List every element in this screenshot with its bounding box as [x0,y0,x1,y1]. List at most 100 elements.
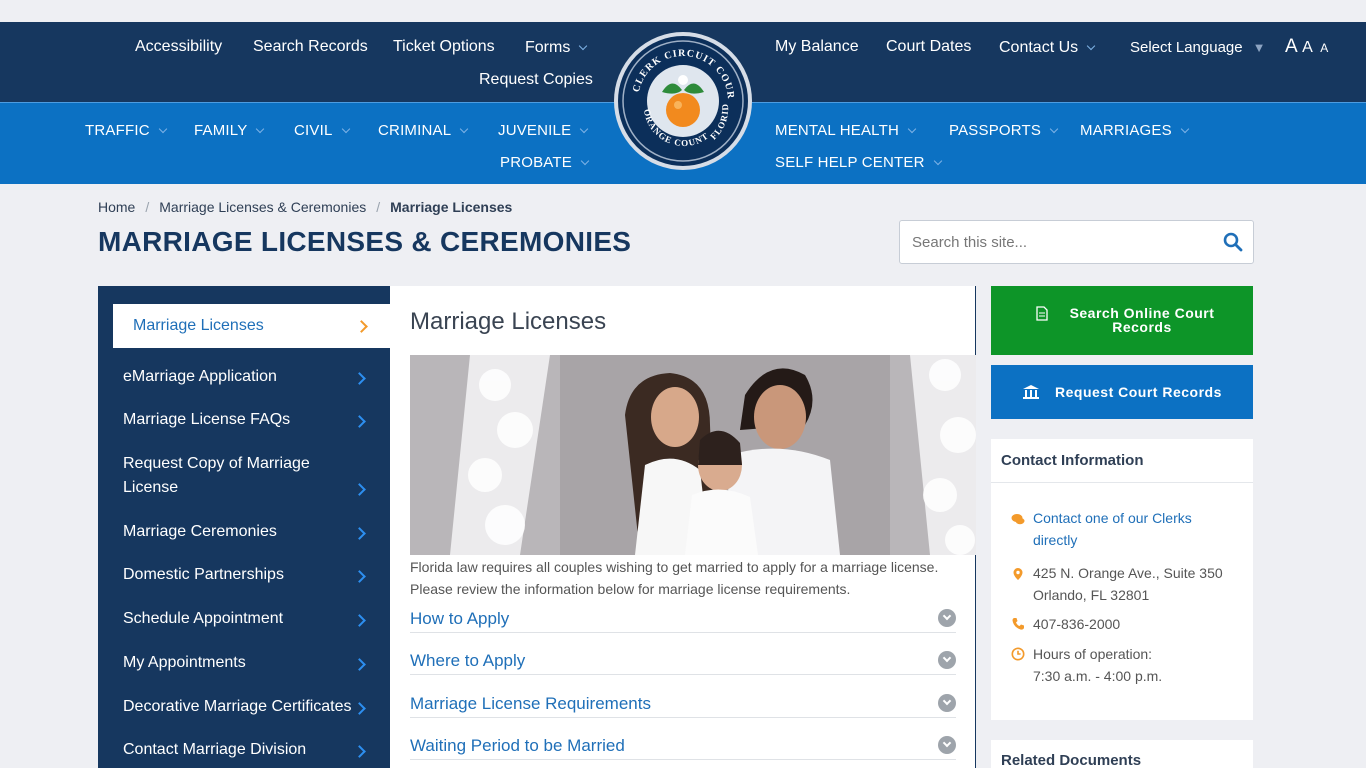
chat-icon [1011,514,1025,525]
nav-mental-health[interactable]: MENTAL HEALTH [775,122,917,139]
contact-clerks-link-text[interactable]: Contact one of our Clerks directly [1033,510,1192,548]
breadcrumb-home[interactable]: Home [98,199,135,215]
sidebar-item-decorative-certificates[interactable]: Decorative Marriage Certificates [123,695,373,719]
sidebar-item-marriage-license-faqs[interactable]: Marriage License FAQs [123,408,373,432]
chevron-down-icon [256,124,265,134]
family-photo [410,355,976,555]
contact-address: 425 N. Orange Ave., Suite 350 Orlando, FL… [1033,562,1223,606]
accordion-waiting-period[interactable]: Waiting Period to be Married [410,736,956,760]
breadcrumb-separator: / [145,199,150,215]
nav-contact-us-label: Contact Us [999,39,1079,56]
nav-passports-label: PASSPORTS [949,122,1042,139]
chevron-down-icon [1049,124,1059,134]
hours-label: Hours of operation: [1033,646,1153,662]
nav-juvenile[interactable]: JUVENILE [498,122,589,139]
nav-juvenile-label: JUVENILE [498,122,572,139]
search-records-label: Search Online Court Records [1069,305,1215,335]
chevron-down-icon [938,736,956,754]
nav-self-help-center[interactable]: SELF HELP CENTER [775,154,942,171]
clock-icon [1011,647,1025,661]
font-size-small[interactable]: A [1320,41,1328,55]
chevron-right-icon [353,483,366,496]
nav-family-label: FAMILY [194,122,248,139]
sidebar-nav: Marriage Licenses eMarriage Application … [98,286,390,768]
sidebar-item-contact-marriage-division[interactable]: Contact Marriage Division [123,738,373,762]
breadcrumb: Home / Marriage Licenses & Ceremonies / Marr… [98,199,512,215]
nav-search-records[interactable]: Search Records [253,38,368,56]
accordion-how-to-apply[interactable]: How to Apply [410,609,956,633]
breadcrumb-parent[interactable]: Marriage Licenses & Ceremonies [159,199,366,215]
chevron-right-icon [353,614,366,627]
nav-mental-health-label: MENTAL HEALTH [775,122,900,139]
sidebar-item-label: Marriage Licenses [133,317,264,334]
chevron-right-icon [353,658,366,671]
nav-civil[interactable]: CIVIL [294,122,350,139]
chevron-right-icon [353,745,366,758]
nav-forms[interactable]: Forms [525,39,588,57]
sidebar-item-label: Marriage License FAQs [123,411,291,428]
search-input[interactable] [900,221,1200,263]
sidebar-item-request-copy[interactable]: Request Copy of Marriage License [123,452,366,500]
sidebar-item-label: Marriage Ceremonies [123,523,277,540]
nav-marriages[interactable]: MARRIAGES [1080,122,1190,139]
font-size-large[interactable]: A [1285,36,1298,57]
nav-my-balance[interactable]: My Balance [775,38,859,56]
nav-request-copies[interactable]: Request Copies [479,71,593,89]
contact-phone[interactable]: 407-836-2000 [1033,613,1120,635]
chevron-down-icon [580,156,590,166]
triangle-down-icon: ▼ [1252,40,1266,55]
contact-panel-title: Contact Information [991,439,1253,483]
nav-forms-label: Forms [525,39,571,56]
nav-contact-us[interactable]: Contact Us [999,39,1096,57]
language-select[interactable]: Select Language ▼ [1130,39,1265,56]
breadcrumb-current: Marriage Licenses [390,199,513,215]
chevron-down-icon [460,124,469,134]
language-select-label: Select Language [1130,39,1243,56]
accordion-license-requirements[interactable]: Marriage License Requirements [410,694,956,718]
sidebar-item-marriage-ceremonies[interactable]: Marriage Ceremonies [123,520,373,544]
nav-passports[interactable]: PASSPORTS [949,122,1059,139]
request-records-label: Request Court Records [1055,384,1222,400]
breadcrumb-separator: / [376,199,381,215]
courthouse-icon [1023,385,1039,399]
nav-criminal-label: CRIMINAL [378,122,452,139]
font-size-medium[interactable]: A [1302,39,1313,56]
nav-probate[interactable]: PROBATE [500,154,590,171]
chevron-right-icon [355,320,368,333]
site-search [899,220,1254,264]
chevron-right-icon [353,415,366,428]
font-size-controls: A A A [1285,36,1328,58]
accordion-where-to-apply[interactable]: Where to Apply [410,651,956,675]
nav-court-dates[interactable]: Court Dates [886,38,971,56]
nav-accessibility[interactable]: Accessibility [135,38,222,56]
nav-marriages-label: MARRIAGES [1080,122,1172,139]
chevron-right-icon [353,702,366,715]
hours-value: 7:30 a.m. - 4:00 p.m. [1033,668,1163,684]
sidebar-item-emarriage-application[interactable]: eMarriage Application [123,365,373,389]
nav-criminal[interactable]: CRIMINAL [378,122,469,139]
search-icon[interactable] [1223,232,1243,252]
sidebar-item-schedule-appointment[interactable]: Schedule Appointment [123,607,373,631]
chevron-right-icon [353,372,366,385]
chevron-down-icon [938,651,956,669]
nav-traffic[interactable]: TRAFFIC [85,122,167,139]
nav-traffic-label: TRAFFIC [85,122,150,139]
sidebar-item-label: Contact Marriage Division [123,741,307,758]
clerk-seal-logo[interactable]: CLERK CIRCUIT COURT ORANGE COUNTY FLORID… [614,28,752,170]
accordion-label: How to Apply [410,609,510,628]
chevron-down-icon [579,41,588,51]
accordion-label: Marriage License Requirements [410,694,651,713]
sidebar-item-domestic-partnerships[interactable]: Domestic Partnerships [123,563,373,587]
sidebar-item-my-appointments[interactable]: My Appointments [123,651,373,675]
sidebar-item-label: Domestic Partnerships [123,566,284,583]
sidebar-item-marriage-licenses[interactable]: Marriage Licenses [113,304,390,348]
nav-self-help-label: SELF HELP CENTER [775,154,925,171]
nav-ticket-options[interactable]: Ticket Options [393,38,495,56]
nav-family[interactable]: FAMILY [194,122,265,139]
nav-civil-label: CIVIL [294,122,333,139]
contact-clerks-link[interactable]: Contact one of our Clerks directly [1033,507,1223,551]
chevron-down-icon [341,124,350,134]
nav-probate-label: PROBATE [500,154,572,171]
search-online-court-records-button[interactable]: Search Online Court Records [991,286,1253,355]
request-court-records-button[interactable]: Request Court Records [991,365,1253,419]
